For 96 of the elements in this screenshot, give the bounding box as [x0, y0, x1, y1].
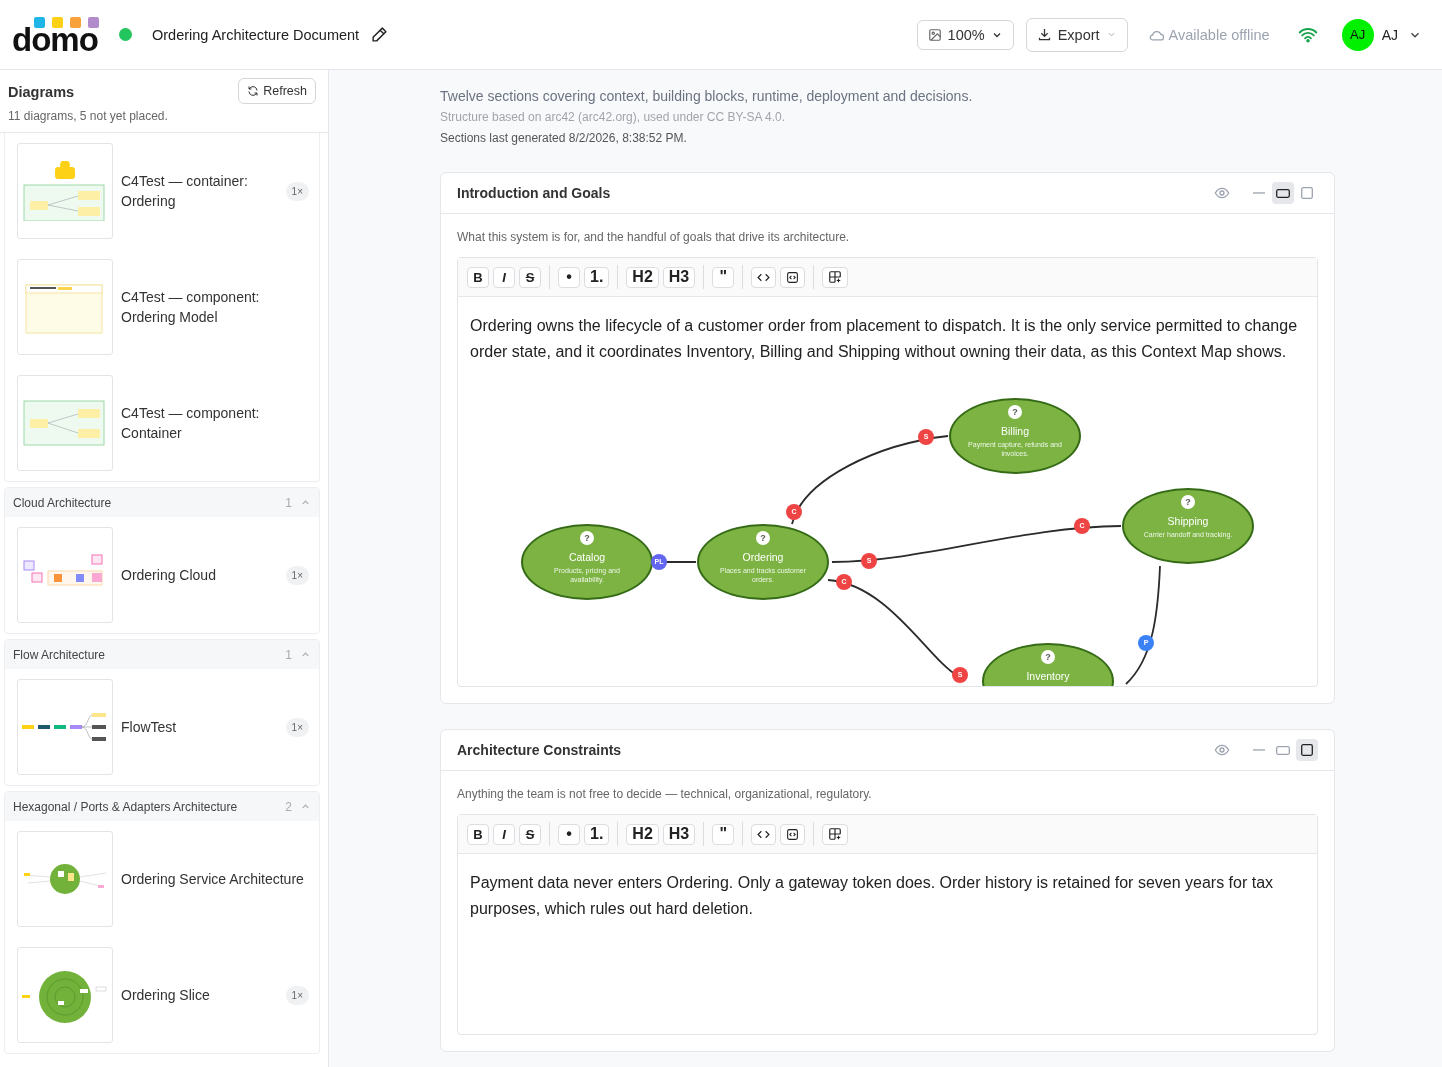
- section-title: Introduction and Goals: [457, 185, 612, 201]
- format-button[interactable]: H3: [662, 823, 696, 845]
- section-body-text: Payment data never enters Ordering. Only a gateway token does. Order history is retained for seven years for tax purposes, which rules out hard deletion.: [470, 873, 1275, 919]
- diagram-title: Ordering Service Architecture: [121, 870, 305, 889]
- node-name: Shipping: [1167, 515, 1209, 527]
- group-name: Hexagonal / Ports & Adapters Architecture: [13, 799, 239, 814]
- intro-text: Twelve sections covering context, building blocks, runtime, deployment and decisions.: [440, 87, 974, 106]
- diagram-item[interactable]: C4Test — container: Ordering 1×: [5, 133, 319, 249]
- code-block-button[interactable]: [780, 266, 806, 288]
- diagram-title: Ordering Slice: [121, 986, 211, 1005]
- diagram-title: C4Test — component: Ordering Model: [121, 288, 261, 327]
- format-button[interactable]: •: [558, 266, 580, 288]
- diagram-summary: 11 diagrams, 5 not yet placed.: [8, 109, 168, 123]
- section-title: Architecture Constraints: [457, 742, 623, 758]
- diagram-title: C4Test — container: Ordering: [121, 172, 249, 211]
- usage-count: 1×: [285, 985, 309, 1005]
- document-title: Ordering Architecture Document: [152, 26, 360, 43]
- diagram-title: C4Test — component: Container: [121, 404, 261, 443]
- user-avatar[interactable]: AJ: [1341, 18, 1374, 51]
- group-header[interactable]: Flow Architecture 1: [5, 640, 319, 669]
- node-name: Catalog: [568, 551, 606, 563]
- intro-text: Sections last generated 8/2/2026, 8:38:52 PM.: [440, 130, 688, 147]
- refresh-icon: [247, 85, 260, 97]
- context-node[interactable]: ? Inventory: [982, 643, 1114, 686]
- view-mode-button[interactable]: [1272, 182, 1294, 204]
- node-marker: ?: [756, 531, 770, 545]
- diagram-item[interactable]: Ordering Service Architecture: [5, 821, 319, 937]
- group-header[interactable]: Hexagonal / Ports & Adapters Architecture 2: [5, 792, 319, 821]
- minimize-icon: [1253, 749, 1265, 751]
- format-button[interactable]: S: [519, 266, 541, 288]
- minimize-icon: [1253, 192, 1265, 194]
- refresh-button[interactable]: Refresh: [238, 78, 316, 104]
- insert-table-button[interactable]: [822, 823, 849, 845]
- format-button[interactable]: I: [493, 823, 515, 845]
- format-button[interactable]: ": [712, 266, 735, 288]
- image-icon: [927, 27, 942, 42]
- code-button[interactable]: [751, 266, 777, 288]
- insert-table-button[interactable]: [822, 266, 849, 288]
- diagram-item[interactable]: FlowTest 1×: [5, 669, 319, 785]
- diagram-title: FlowTest: [121, 718, 178, 737]
- format-button[interactable]: S: [519, 823, 541, 845]
- code-block-icon: [786, 827, 800, 841]
- format-button[interactable]: ": [712, 823, 735, 845]
- section-description: What this system is for, and the handful of goals that drive its architecture.: [457, 230, 851, 244]
- node-marker: ?: [1008, 405, 1022, 419]
- group-name: Flow Architecture: [13, 647, 107, 662]
- export-button[interactable]: Export: [1025, 17, 1128, 52]
- format-button[interactable]: H2: [626, 266, 659, 288]
- diagram-title: Ordering Cloud: [121, 566, 217, 585]
- format-button[interactable]: 1.: [584, 266, 610, 288]
- code-block-icon: [786, 270, 800, 284]
- node-marker: ?: [1041, 650, 1055, 664]
- rectangle-icon: [1276, 745, 1290, 755]
- node-name: Inventory: [1026, 670, 1070, 682]
- code-button[interactable]: [751, 823, 777, 845]
- user-name[interactable]: AJ: [1381, 26, 1398, 43]
- diagram-item[interactable]: C4Test — component: Ordering Model: [5, 249, 319, 365]
- table-plus-icon: [828, 270, 843, 284]
- usage-count: 1×: [285, 565, 309, 585]
- table-plus-icon: [828, 827, 843, 841]
- pencil-icon[interactable]: [371, 26, 389, 43]
- node-marker: ?: [1181, 495, 1195, 509]
- rectangle-icon: [1276, 188, 1290, 198]
- code-block-button[interactable]: [780, 823, 806, 845]
- format-button[interactable]: B: [467, 823, 489, 845]
- format-button[interactable]: 1.: [584, 823, 610, 845]
- format-button[interactable]: B: [467, 266, 489, 288]
- wifi-icon: [1297, 26, 1318, 43]
- format-button[interactable]: H2: [626, 823, 659, 845]
- view-mode-button[interactable]: [1296, 739, 1318, 761]
- zoom-dropdown[interactable]: 100%: [916, 19, 1014, 50]
- usage-count: 1×: [285, 181, 309, 201]
- diagram-item[interactable]: C4Test — component: Container: [5, 365, 319, 481]
- download-icon: [1036, 27, 1052, 42]
- square-icon: [1301, 744, 1313, 756]
- format-button[interactable]: •: [558, 823, 580, 845]
- group-count: 1: [285, 495, 292, 510]
- sidebar-title: Diagrams: [8, 84, 76, 100]
- node-name: Ordering: [742, 551, 784, 563]
- diagram-item[interactable]: Ordering Slice 1×: [5, 937, 319, 1053]
- usage-count: 1×: [285, 717, 309, 737]
- node-marker: ?: [580, 531, 594, 545]
- format-button[interactable]: H3: [662, 266, 696, 288]
- square-icon: [1301, 187, 1313, 199]
- group-header[interactable]: Cloud Architecture 1: [5, 488, 319, 517]
- group-name: Cloud Architecture: [13, 495, 113, 510]
- section-description: Anything the team is not free to decide — technical, organizational, regulatory.: [457, 787, 873, 801]
- logo-wordmark: domo: [12, 24, 98, 55]
- logo-icon: [34, 16, 100, 28]
- section-body-text: Ordering owns the lifecycle of a customer order from placement to dispatch. It is the only service permitted to change order state, and it coordinates Inventory, Billing and Shipping without owning their data, as this Context Map shows.: [470, 316, 1299, 362]
- group-count: 2: [285, 799, 292, 814]
- intro-text: Structure based on arc42 (arc42.org), used under CC BY-SA 4.0.: [440, 109, 787, 126]
- node-name: Billing: [1001, 425, 1029, 437]
- diagram-item[interactable]: Ordering Cloud 1×: [5, 517, 319, 633]
- format-button[interactable]: I: [493, 266, 515, 288]
- group-count: 1: [285, 647, 292, 662]
